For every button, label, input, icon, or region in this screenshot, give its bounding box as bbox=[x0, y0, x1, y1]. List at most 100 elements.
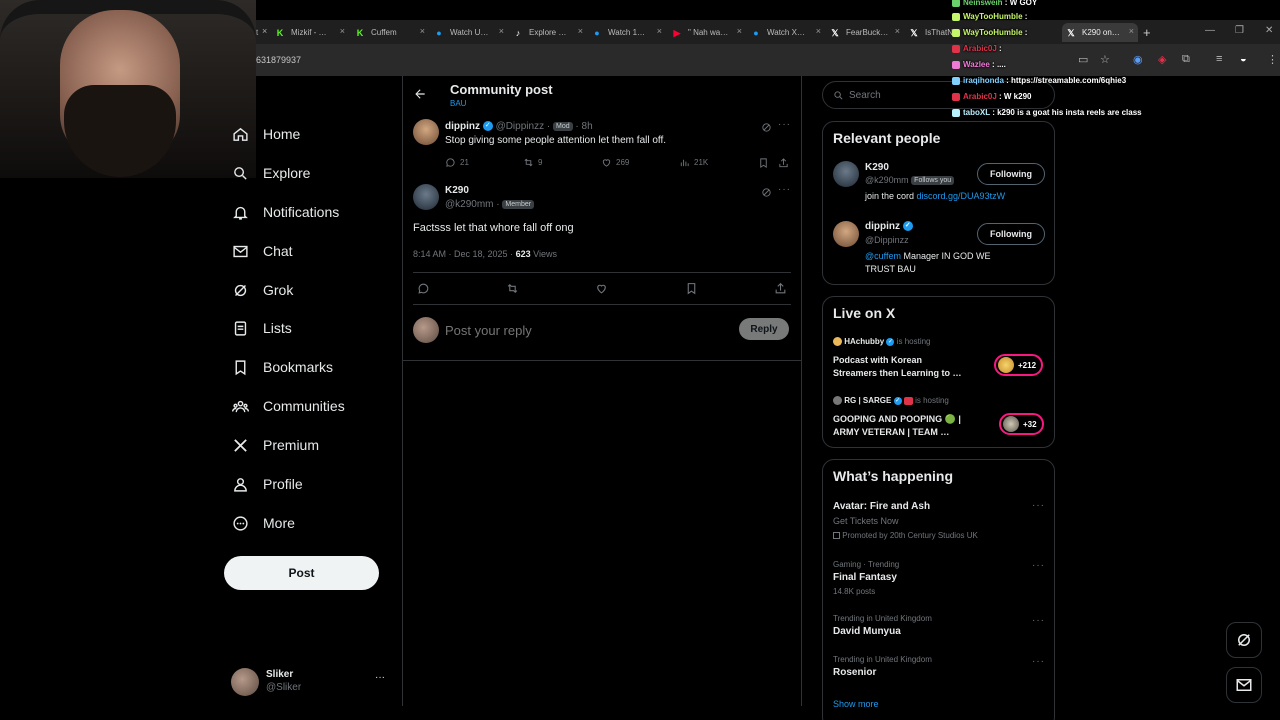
restore-icon[interactable]: ❐ bbox=[1235, 25, 1244, 36]
repost-action[interactable]: 9 bbox=[523, 157, 542, 168]
media-icon[interactable]: ≡ bbox=[1216, 53, 1222, 65]
heart-icon[interactable] bbox=[595, 282, 608, 300]
grok-fab[interactable] bbox=[1226, 622, 1262, 658]
more-icon[interactable]: ··· bbox=[1032, 500, 1045, 511]
grok-icon[interactable] bbox=[761, 120, 772, 138]
share-icon[interactable] bbox=[774, 282, 787, 300]
more-icon[interactable]: ··· bbox=[778, 184, 791, 195]
tab-close-icon[interactable]: × bbox=[895, 26, 900, 36]
community-name[interactable]: BAU bbox=[450, 99, 466, 108]
author-handle[interactable]: @Dippinzz bbox=[496, 121, 545, 132]
show-more-link[interactable]: Show more bbox=[833, 699, 879, 709]
more-icon[interactable]: ··· bbox=[778, 119, 791, 130]
like-action[interactable]: 269 bbox=[601, 157, 629, 168]
post-datetime[interactable]: 8:14 AM · Dec 18, 2025 · bbox=[413, 249, 513, 259]
sidebar-item-grok[interactable]: Grok bbox=[231, 275, 293, 305]
sidebar-item-premium[interactable]: Premium bbox=[231, 430, 319, 460]
live-listeners-pill[interactable]: +32 bbox=[999, 413, 1044, 435]
author-name[interactable]: dippinz bbox=[445, 121, 480, 132]
reply-action[interactable]: 21 bbox=[445, 157, 469, 168]
sidebar-item-home[interactable]: Home bbox=[231, 119, 300, 149]
browser-menu-icon[interactable]: ⋮ bbox=[1267, 53, 1278, 66]
browser-tab[interactable]: K Mizkif - … × bbox=[271, 23, 349, 42]
trend-title[interactable]: Final Fantasy bbox=[833, 572, 897, 583]
browser-tab[interactable]: 𝕏 K290 on… × bbox=[1062, 23, 1138, 42]
tab-close-icon[interactable]: × bbox=[737, 26, 742, 36]
post-time[interactable]: 8h bbox=[582, 121, 593, 132]
new-tab-icon[interactable]: + bbox=[1143, 25, 1151, 40]
browser-tab[interactable]: K Cuffem × bbox=[351, 23, 429, 42]
extension-icon[interactable]: ◉ bbox=[1133, 53, 1143, 66]
profile-icon[interactable]: ◒ bbox=[1240, 53, 1247, 65]
following-button[interactable]: Following bbox=[977, 163, 1045, 185]
live-host-name[interactable]: RG | SARGE bbox=[844, 396, 891, 405]
avatar[interactable] bbox=[413, 119, 439, 145]
avatar[interactable] bbox=[833, 221, 859, 247]
messages-fab[interactable] bbox=[1226, 667, 1262, 703]
reply-button[interactable]: Reply bbox=[739, 318, 789, 340]
back-arrow-icon[interactable] bbox=[413, 87, 427, 106]
more-icon[interactable]: ··· bbox=[1032, 656, 1045, 667]
sidebar-item-notifications[interactable]: Notifications bbox=[231, 197, 339, 227]
tab-close-icon[interactable]: × bbox=[499, 26, 504, 36]
following-button[interactable]: Following bbox=[977, 223, 1045, 245]
person-name[interactable]: dippinz bbox=[865, 221, 900, 232]
sidebar-item-lists[interactable]: Lists bbox=[231, 313, 292, 343]
sidebar-item-explore[interactable]: Explore bbox=[231, 158, 310, 188]
live-title[interactable]: GOOPING AND POOPING 🟢 | ARMY VETERAN | T… bbox=[833, 413, 961, 439]
sidebar-item-bookmarks[interactable]: Bookmarks bbox=[231, 352, 333, 382]
share-icon[interactable] bbox=[778, 156, 789, 174]
browser-tab[interactable]: ● Watch U… × bbox=[430, 23, 508, 42]
star-icon[interactable]: ☆ bbox=[1100, 53, 1110, 66]
account-switcher[interactable]: Sliker @Sliker ··· bbox=[231, 666, 391, 698]
author-handle[interactable]: @k290mm bbox=[445, 199, 494, 210]
trend-title[interactable]: Rosenior bbox=[833, 667, 876, 678]
browser-tab[interactable]: ● Watch 1… × bbox=[588, 23, 666, 42]
reply-icon[interactable] bbox=[417, 282, 430, 300]
reply-input[interactable] bbox=[445, 320, 725, 340]
trend-title[interactable]: David Munyua bbox=[833, 626, 901, 637]
author-name[interactable]: K290 bbox=[445, 185, 469, 196]
sidebar-item-chat[interactable]: Chat bbox=[231, 236, 293, 266]
more-icon[interactable]: ··· bbox=[1032, 560, 1045, 571]
person-handle[interactable]: @k290mm bbox=[865, 175, 909, 185]
browser-tab[interactable]: ● Watch X… × bbox=[747, 23, 825, 42]
url-text[interactable]: 631879937 bbox=[256, 55, 301, 65]
tab-close-icon[interactable]: × bbox=[816, 26, 821, 36]
tab-close-icon[interactable]: × bbox=[420, 26, 425, 36]
views-action[interactable]: 21K bbox=[679, 157, 708, 168]
live-title[interactable]: Podcast with Korean Streamers then Learn… bbox=[833, 354, 962, 380]
browser-tab[interactable]: 𝕏 FearBuck… × bbox=[826, 23, 904, 42]
minimize-icon[interactable]: — bbox=[1205, 25, 1215, 36]
window-close-icon[interactable]: ✕ bbox=[1265, 25, 1273, 36]
person-handle[interactable]: @Dippinzz bbox=[865, 235, 909, 245]
cast-icon[interactable]: ▭ bbox=[1078, 53, 1088, 66]
browser-tab[interactable]: ▶ " Nah wa… × bbox=[668, 23, 746, 42]
bio-link[interactable]: discord.gg/DUA93tzW bbox=[917, 191, 1006, 201]
repost-icon[interactable] bbox=[506, 282, 519, 300]
sidebar-item-more[interactable]: More bbox=[231, 508, 295, 538]
bookmark-icon[interactable] bbox=[685, 282, 698, 300]
avatar[interactable] bbox=[413, 184, 439, 210]
bookmark-icon[interactable] bbox=[758, 156, 769, 174]
grok-icon[interactable] bbox=[761, 185, 772, 203]
browser-tab[interactable]: ♪ Explore … × bbox=[509, 23, 587, 42]
sidebar-item-communities[interactable]: Communities bbox=[231, 391, 345, 421]
live-host-name[interactable]: HAchubby bbox=[844, 337, 884, 346]
bio-mention[interactable]: @cuffem bbox=[865, 251, 901, 261]
sidebar-item-profile[interactable]: Profile bbox=[231, 469, 303, 499]
tab-close-icon[interactable]: × bbox=[340, 26, 345, 36]
puzzle-icon[interactable]: ⧉ bbox=[1182, 53, 1190, 66]
tab-close-icon[interactable]: × bbox=[262, 26, 267, 36]
avatar[interactable] bbox=[833, 161, 859, 187]
person-name[interactable]: K290 bbox=[865, 162, 889, 173]
tab-close-icon[interactable]: × bbox=[657, 26, 662, 36]
extension-icon[interactable]: ◈ bbox=[1158, 53, 1166, 66]
tab-close-icon[interactable]: × bbox=[578, 26, 583, 36]
post-button[interactable]: Post bbox=[224, 556, 379, 590]
trend-title[interactable]: Avatar: Fire and Ash bbox=[833, 501, 930, 512]
live-listeners-pill[interactable]: +212 bbox=[994, 354, 1044, 376]
more-icon[interactable]: ··· bbox=[375, 672, 385, 683]
more-icon[interactable]: ··· bbox=[1032, 615, 1045, 626]
tab-close-icon[interactable]: × bbox=[1129, 26, 1134, 36]
